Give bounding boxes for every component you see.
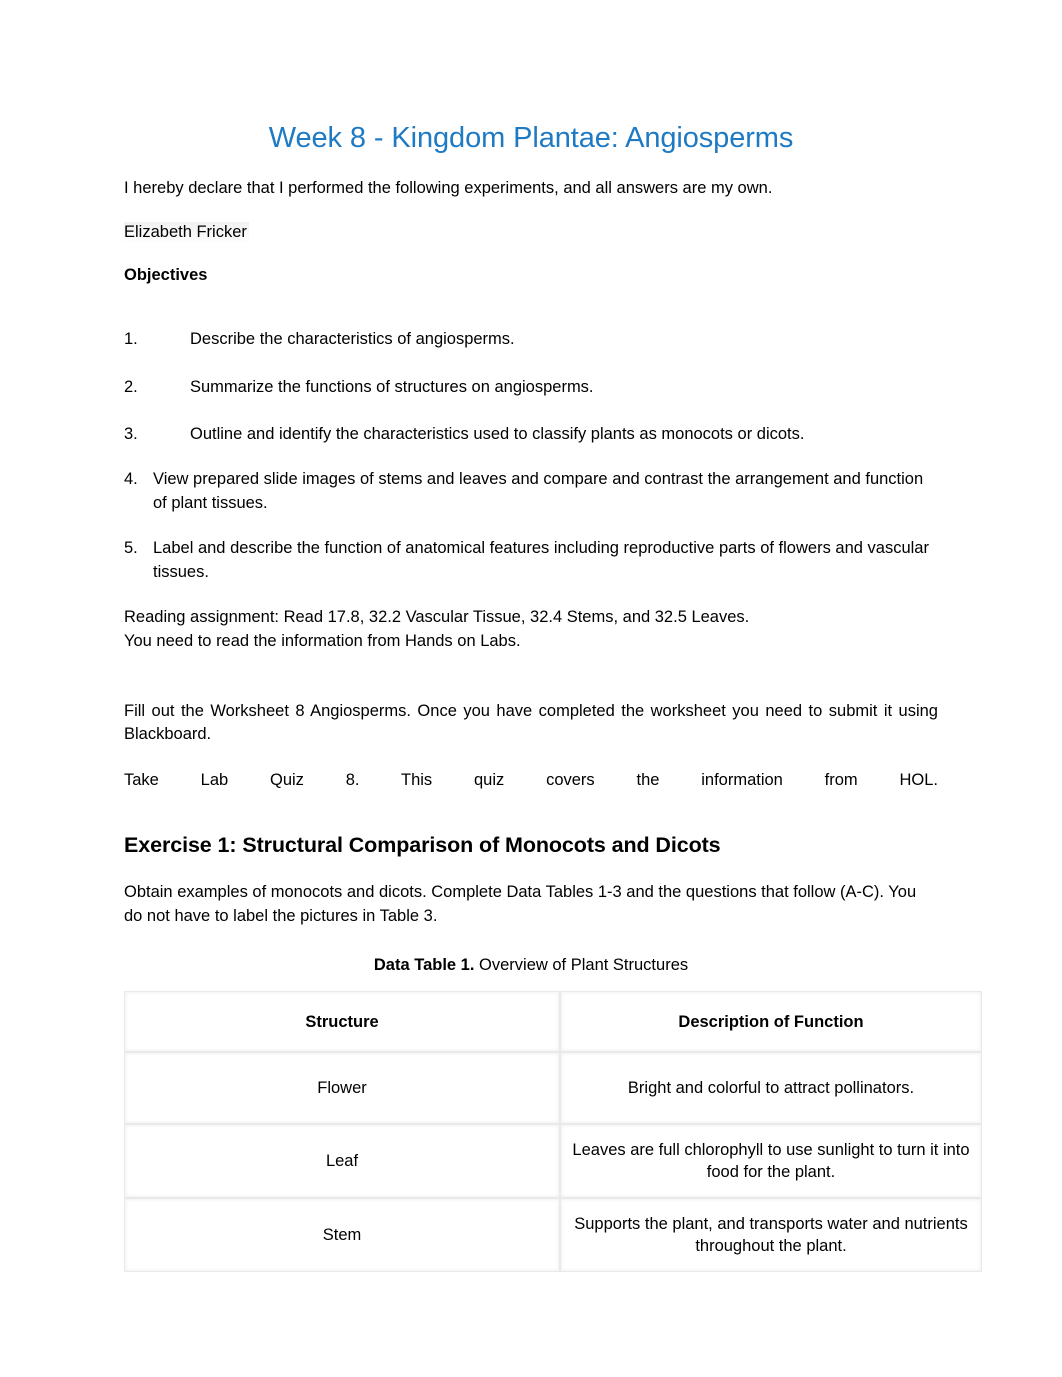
data-table-1-caption-text: Overview of Plant Structures [474,955,689,974]
objective-text: Outline and identify the characteristics… [190,425,805,444]
objectives-list: 1. Describe the characteristics of angio… [124,285,938,584]
objective-text: View prepared slide images of stems and … [153,470,924,512]
cell-description-stem[interactable]: Supports the plant, and transports water… [560,1198,982,1273]
cell-description-leaf[interactable]: Leaves are full chlorophyll to use sunli… [560,1124,982,1199]
reading-assignment-line-2: You need to read the information from Ha… [124,631,521,650]
reading-assignment-line-1: Reading assignment: Read 17.8, 32.2 Vasc… [124,608,750,627]
document-content: Week 8 - Kingdom Plantae: Angiosperms I … [124,0,982,1273]
cell-structure-leaf: Leaf [124,1124,560,1199]
objective-number: 4. [124,470,138,489]
objective-number: 3. [124,425,138,444]
data-table-1-body: Flower Bright and colorful to attract po… [124,1052,982,1273]
student-name: Elizabeth Fricker [124,221,249,244]
data-table-1-caption: Data Table 1. Overview of Plant Structur… [124,928,938,977]
exercise-1-instructions: Obtain examples of monocots and dicots. … [124,883,917,925]
table-header-row: Structure Description of Function [124,991,982,1053]
document-page: Week 8 - Kingdom Plantae: Angiosperms I … [0,0,1062,1377]
table-row: Flower Bright and colorful to attract po… [124,1052,982,1125]
column-header-structure: Structure [124,991,560,1053]
objective-number: 2. [124,377,138,396]
objective-item-2: 2. Summarize the functions of structures… [124,352,938,399]
data-table-1: Structure Description of Function Flower… [124,991,982,1273]
table-row: Stem Supports the plant, and transports … [124,1198,982,1273]
worksheet-instruction: Fill out the Worksheet 8 Angiosperms. On… [124,701,938,744]
data-table-1-header: Structure Description of Function [124,991,982,1053]
objectives-heading: Objectives [124,266,208,285]
table-row: Leaf Leaves are full chlorophyll to use … [124,1124,982,1199]
cell-structure-flower: Flower [124,1052,560,1125]
column-header-description: Description of Function [560,991,982,1053]
cell-structure-stem: Stem [124,1198,560,1273]
exercise-1-heading: Exercise 1: Structural Comparison of Mon… [124,833,721,858]
data-table-1-wrapper: Structure Description of Function Flower… [124,977,982,1273]
objective-text: Label and describe the function of anato… [153,539,929,581]
objective-item-3: 3. Outline and identify the characterist… [124,399,938,446]
objective-item-4: 4. View prepared slide images of stems a… [124,446,938,515]
student-name-line: Elizabeth Fricker [124,201,938,244]
objective-item-5: 5. Label and describe the function of an… [124,515,938,584]
quiz-instruction: Take Lab Quiz 8. This quiz covers the in… [124,770,938,789]
declaration-statement: I hereby declare that I performed the fo… [124,179,773,198]
data-table-1-caption-label: Data Table 1. [373,955,475,974]
cell-description-flower[interactable]: Bright and colorful to attract pollinato… [560,1052,982,1125]
objective-item-1: 1. Describe the characteristics of angio… [124,285,938,351]
objective-text: Describe the characteristics of angiospe… [190,330,515,349]
page-title: Week 8 - Kingdom Plantae: Angiosperms [268,122,794,154]
objective-text: Summarize the functions of structures on… [190,377,594,396]
objective-number: 1. [124,330,138,349]
objective-number: 5. [124,539,138,558]
